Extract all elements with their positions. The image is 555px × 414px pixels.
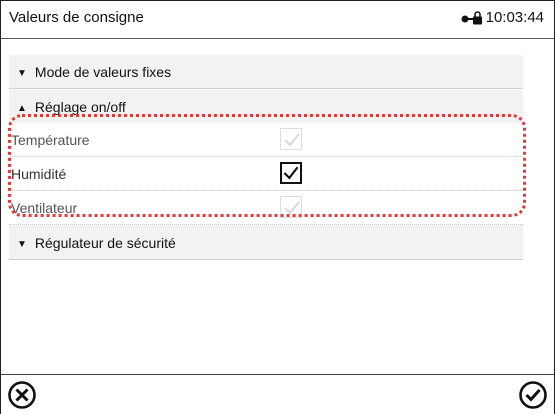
settings-list: ▼ Mode de valeurs fixes ▲ Réglage on/off T…: [9, 39, 523, 374]
triangle-up-icon: ▲: [17, 103, 27, 114]
onoff-item-fan: Ventilateur: [9, 191, 523, 225]
onoff-item-temperature: Température: [9, 123, 523, 157]
clock-time: 10:03:44: [485, 9, 544, 26]
lock-icon: [461, 10, 482, 24]
checkmark-icon: [283, 166, 299, 180]
scrollbar[interactable]: [523, 39, 554, 374]
title-bar: Valeurs de consigne 10:03:44: [1, 1, 554, 39]
cancel-circle-icon[interactable]: [7, 380, 37, 410]
item-label: Température: [11, 132, 90, 148]
fan-checkbox[interactable]: [280, 196, 302, 218]
section-fixed-mode[interactable]: ▼ Mode de valeurs fixes: [9, 55, 523, 89]
section-label: ▼ Mode de valeurs fixes: [17, 64, 172, 80]
page-title: Valeurs de consigne: [9, 9, 144, 26]
status-clock: 10:03:44: [461, 9, 544, 26]
section-onoff[interactable]: ▲ Réglage on/off: [9, 90, 523, 124]
confirm-check-circle-icon[interactable]: [518, 380, 548, 410]
setpoints-screen: Valeurs de consigne 10:03:44 ▼ Mode de va…: [0, 0, 555, 414]
section-safety-controller[interactable]: ▼ Régulateur de sécurité: [9, 226, 523, 260]
section-label: ▼ Régulateur de sécurité: [17, 235, 176, 251]
temperature-checkbox[interactable]: [280, 128, 302, 150]
section-label: ▲ Réglage on/off: [17, 99, 126, 115]
footer-bar: [1, 374, 554, 414]
item-label: Humidité: [11, 166, 67, 182]
onoff-item-humidity: Humidité: [9, 157, 523, 191]
triangle-down-icon: ▼: [17, 68, 27, 79]
humidity-checkbox[interactable]: [280, 162, 302, 184]
triangle-down-icon: ▼: [17, 239, 27, 250]
checkmark-icon: [284, 201, 300, 215]
checkmark-icon: [284, 133, 300, 147]
item-label: Ventilateur: [11, 200, 78, 216]
